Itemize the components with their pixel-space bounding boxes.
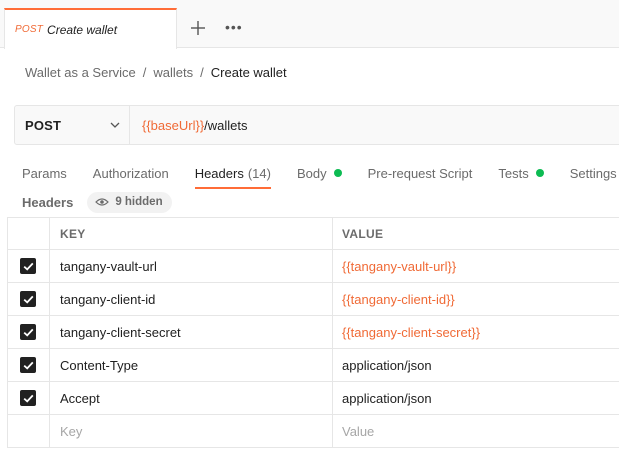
row-checkbox[interactable]	[20, 357, 36, 373]
table-row: Content-Type application/json	[7, 349, 619, 382]
tab-tests-label: Tests	[498, 165, 529, 181]
ellipsis-icon[interactable]: •••	[225, 20, 243, 36]
row-checkbox[interactable]	[20, 324, 36, 340]
breadcrumb-item-wallets[interactable]: wallets	[153, 65, 193, 80]
tab-create-wallet[interactable]: POST Create wallet	[4, 8, 177, 49]
row-checkbox-cell	[7, 250, 50, 282]
table-row: Accept application/json	[7, 382, 619, 415]
header-value-cell[interactable]: application/json	[333, 349, 619, 381]
tab-bar: POST Create wallet •••	[0, 0, 619, 49]
table-header-row: KEY VALUE	[7, 217, 619, 250]
check-icon	[23, 262, 33, 271]
breadcrumb-current: Create wallet	[210, 65, 287, 80]
tab-tests[interactable]: Tests	[498, 160, 544, 186]
breadcrumb: Wallet as a Service / wallets / Create walle…	[25, 65, 287, 80]
method-label: POST	[25, 117, 62, 133]
check-icon	[23, 361, 33, 370]
table-row-new: Key Value	[7, 415, 619, 448]
breadcrumb-separator: /	[142, 65, 147, 80]
headers-title: Headers	[22, 194, 74, 210]
tab-authorization-label: Authorization	[92, 165, 169, 181]
header-key-cell[interactable]: Accept	[50, 382, 333, 414]
tab-pre-request-script[interactable]: Pre-request Script	[368, 160, 473, 186]
header-value-cell[interactable]: {{tangany-client-id}}	[333, 283, 619, 315]
breadcrumb-item-wallet-as-a-service[interactable]: Wallet as a Service	[25, 65, 136, 80]
check-icon	[23, 394, 33, 403]
status-dot-icon	[535, 169, 544, 177]
row-checkbox-cell	[7, 283, 50, 315]
header-value-cell[interactable]: {{tangany-client-secret}}	[333, 316, 619, 348]
tab-method-label: POST	[15, 24, 44, 35]
column-header-value: VALUE	[342, 226, 384, 241]
tab-settings-label: Settings	[569, 165, 617, 181]
header-key-cell[interactable]: tangany-client-id	[50, 283, 333, 315]
request-subtabs: Params Authorization Headers (14) Body P…	[22, 160, 619, 189]
column-header-key: KEY	[50, 218, 333, 249]
row-checkbox-cell	[7, 349, 50, 381]
select-column-header	[7, 218, 50, 249]
row-checkbox[interactable]	[20, 390, 36, 406]
chevron-down-icon	[110, 122, 120, 128]
plus-icon[interactable]	[188, 18, 208, 38]
new-header-value-input[interactable]: Value	[333, 415, 619, 447]
tab-headers-label: Headers	[194, 165, 244, 181]
tab-params-label: Params	[22, 165, 67, 181]
header-key-cell[interactable]: tangany-client-secret	[50, 316, 333, 348]
tab-pre-request-script-label: Pre-request Script	[367, 165, 473, 181]
status-dot-icon	[333, 169, 342, 177]
headers-table: KEY VALUE tangany-vault-url {{tangany-va…	[7, 217, 619, 448]
method-select[interactable]: POST	[15, 106, 130, 144]
table-row: tangany-client-id {{tangany-client-id}}	[7, 283, 619, 316]
row-checkbox-cell	[7, 316, 50, 348]
table-row: tangany-vault-url {{tangany-vault-url}}	[7, 250, 619, 283]
hidden-headers-label: 9 hidden	[115, 196, 163, 208]
eye-icon	[95, 198, 110, 206]
row-checkbox[interactable]	[20, 291, 36, 307]
row-checkbox-cell	[7, 382, 50, 414]
hidden-headers-toggle[interactable]: 9 hidden	[87, 191, 172, 213]
header-key-cell[interactable]: tangany-vault-url	[50, 250, 333, 282]
url-variable: {{baseUrl}}	[142, 117, 205, 133]
tab-body-label: Body	[296, 165, 327, 181]
tab-authorization[interactable]: Authorization	[93, 160, 169, 186]
check-icon	[23, 295, 33, 304]
header-key-cell[interactable]: Content-Type	[50, 349, 333, 381]
header-value-cell[interactable]: {{tangany-vault-url}}	[333, 250, 619, 282]
table-row: tangany-client-secret {{tangany-client-s…	[7, 316, 619, 349]
row-checkbox[interactable]	[20, 258, 36, 274]
tab-params[interactable]: Params	[22, 160, 67, 186]
tab-body[interactable]: Body	[297, 160, 342, 186]
header-value-cell[interactable]: application/json	[333, 382, 619, 414]
tab-title: Create wallet	[47, 22, 118, 37]
url-path: /wallets	[204, 117, 248, 133]
check-icon	[23, 328, 33, 337]
breadcrumb-separator: /	[200, 65, 204, 80]
tab-headers[interactable]: Headers (14)	[194, 160, 272, 189]
headers-toolbar: Headers 9 hidden	[22, 191, 172, 213]
tab-headers-count: (14)	[247, 165, 271, 181]
request-url-bar: POST {{baseUrl}}/wallets	[14, 105, 619, 145]
url-input[interactable]: {{baseUrl}}/wallets	[130, 106, 619, 144]
new-header-key-input[interactable]: Key	[50, 415, 333, 447]
row-checkbox-cell	[7, 415, 50, 447]
tab-settings[interactable]: Settings	[570, 160, 617, 186]
